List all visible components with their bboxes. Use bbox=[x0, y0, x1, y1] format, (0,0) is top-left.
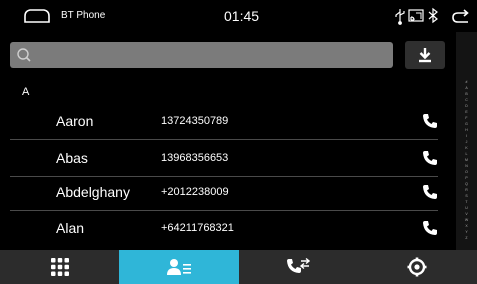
tab-dialpad[interactable] bbox=[0, 250, 119, 284]
bluetooth-icon bbox=[428, 7, 438, 24]
contact-name: Abdelghany bbox=[56, 184, 130, 200]
bottom-nav bbox=[0, 250, 477, 284]
contacts-icon bbox=[166, 259, 191, 275]
contact-number: +2012238009 bbox=[161, 186, 229, 198]
contact-row[interactable]: Alan +64211768321 bbox=[0, 210, 448, 247]
tab-contacts[interactable] bbox=[119, 250, 239, 284]
download-icon bbox=[419, 48, 431, 63]
status-icons bbox=[393, 6, 447, 26]
back-arrow-icon[interactable] bbox=[452, 9, 470, 23]
contact-row[interactable]: Aaron 13724350789 bbox=[0, 103, 448, 140]
alphabet-index[interactable]: # A B C D E F G H I J K L M N O P Q R S T U V W X Y Z bbox=[456, 32, 477, 250]
contact-name: Alan bbox=[56, 220, 85, 236]
search-bar[interactable] bbox=[10, 42, 393, 68]
download-button[interactable] bbox=[405, 41, 445, 69]
phone-icon[interactable] bbox=[422, 150, 438, 166]
clock: 01:45 bbox=[224, 8, 260, 24]
contact-name: Aaron bbox=[56, 113, 94, 129]
status-bar: BT Phone 01:45 bbox=[0, 0, 477, 32]
section-header-a: A bbox=[22, 86, 30, 98]
phone-icon[interactable] bbox=[422, 113, 438, 129]
contact-name: Abas bbox=[56, 150, 88, 166]
contact-number: +64211768321 bbox=[161, 222, 234, 234]
usb-icon bbox=[395, 9, 405, 25]
app-title: BT Phone bbox=[61, 10, 106, 21]
contact-row[interactable]: Abdelghany +2012238009 bbox=[0, 174, 448, 211]
phone-icon[interactable] bbox=[422, 184, 438, 200]
dialpad-icon bbox=[50, 258, 69, 276]
alphabet-index-letter[interactable]: Z bbox=[465, 235, 467, 241]
contact-row[interactable]: Abas 13968356653 bbox=[0, 140, 448, 177]
screen-mirror-icon bbox=[408, 9, 424, 22]
search-icon bbox=[16, 47, 32, 63]
alphabet-index-list: # A B C D E F G H I J K L M N O P Q R S T U V W X Y Z bbox=[456, 79, 477, 241]
tab-call-log[interactable] bbox=[239, 250, 358, 284]
tab-settings[interactable] bbox=[358, 250, 477, 284]
settings-icon bbox=[407, 257, 427, 277]
contact-number: 13968356653 bbox=[161, 152, 229, 164]
phone-icon[interactable] bbox=[422, 220, 438, 236]
contact-number: 13724350789 bbox=[161, 115, 229, 127]
search-input[interactable] bbox=[36, 42, 386, 68]
car-home-icon[interactable] bbox=[22, 8, 52, 24]
call-log-icon bbox=[287, 257, 311, 273]
